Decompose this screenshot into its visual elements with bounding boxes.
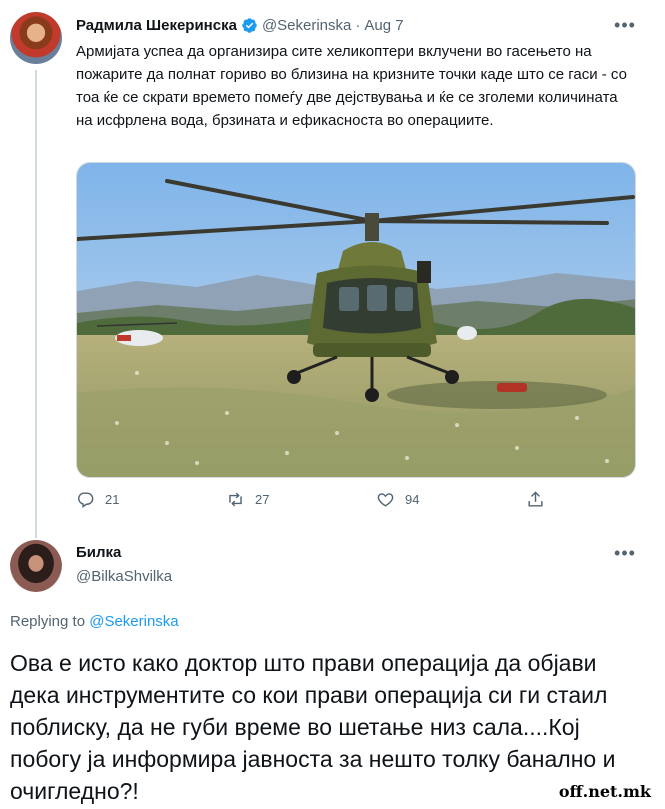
watermark: off.net.mk	[558, 782, 651, 801]
reply-count: 21	[105, 492, 120, 507]
retweet-count: 27	[255, 492, 270, 507]
heart-icon	[377, 493, 394, 507]
verified-badge-icon	[242, 17, 257, 33]
original-tweet[interactable]: Радмила Шекеринска @Sekerinska · Aug 7 •…	[0, 0, 665, 538]
like-button[interactable]: 94	[376, 490, 419, 509]
replying-to-line: Replying to @Sekerinska	[10, 613, 179, 630]
author-handle[interactable]: @Sekerinska	[262, 17, 351, 34]
share-button[interactable]	[526, 490, 555, 509]
more-options-icon[interactable]: •••	[614, 14, 636, 36]
author-name[interactable]: Радмила Шекеринска	[76, 17, 237, 34]
reply-button[interactable]: 21	[76, 490, 119, 509]
tweet-photo[interactable]	[76, 162, 636, 478]
replying-to-mention[interactable]: @Sekerinska	[89, 613, 178, 630]
header-separator: ·	[355, 16, 361, 34]
reply-icon	[78, 492, 94, 509]
share-icon	[528, 491, 543, 507]
tweet-header: Радмила Шекеринска @Sekerinska · Aug 7	[76, 14, 645, 36]
reply-author-name[interactable]: Билка	[76, 544, 121, 561]
reply-author-handle[interactable]: @BilkaShvilka	[76, 568, 172, 585]
reply-author-avatar[interactable]	[10, 540, 62, 592]
author-avatar[interactable]	[10, 12, 62, 64]
replying-to-prefix: Replying to	[10, 613, 86, 630]
tweet-actions: 21 27 94	[76, 490, 556, 514]
retweet-icon	[229, 492, 242, 507]
reply-tweet-text: Ова е исто како доктор што прави операци…	[10, 650, 616, 804]
tweet-text: Армијата успеа да организира сите хелико…	[76, 43, 627, 129]
retweet-button[interactable]: 27	[226, 490, 269, 509]
like-count: 94	[405, 492, 420, 507]
tweet-date[interactable]: Aug 7	[364, 17, 403, 34]
helicopter-photo-image	[77, 163, 635, 477]
thread-connector-line	[35, 70, 37, 538]
reply-more-options-icon[interactable]: •••	[614, 542, 636, 564]
